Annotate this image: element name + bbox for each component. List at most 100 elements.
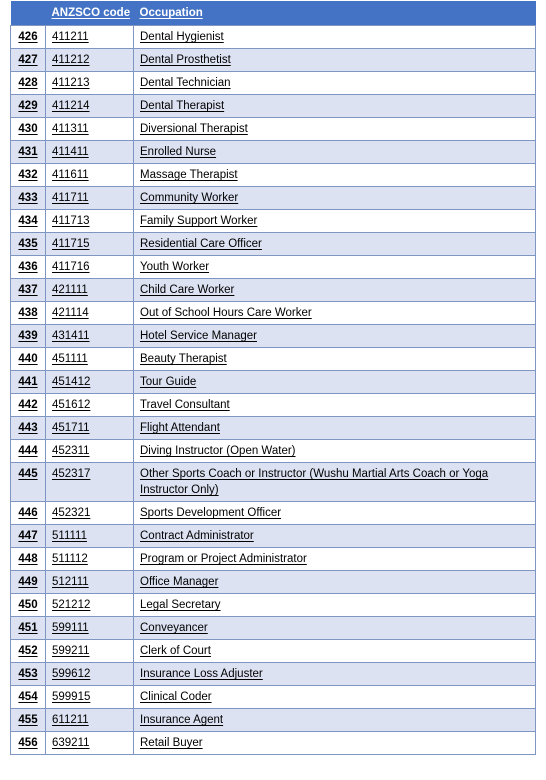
cell-occupation: Out of School Hours Care Worker [133,301,536,325]
table-row: 436 411716 Youth Worker [10,255,536,279]
row-index-value: 448 [18,553,38,565]
cell-occupation: Child Care Worker [133,278,536,302]
row-index-value: 427 [18,54,38,66]
table-row: 440 451111 Beauty Therapist [10,347,536,371]
table-header: ANZSCO code Occupation [10,1,536,26]
table-row: 431 411411 Enrolled Nurse [10,140,536,164]
anzsco-code-value: 511111 [52,530,87,542]
table-row: 433 411711 Community Worker [10,186,536,210]
occupation-value: Out of School Hours Care Worker [140,307,312,319]
cell-index: 455 [10,708,46,732]
anzsco-code-value: 411213 [52,77,90,89]
anzsco-code-value: 411711 [52,192,89,204]
anzsco-code-value: 411611 [52,169,89,181]
table-row: 437 421111 Child Care Worker [10,278,536,302]
row-index-value: 445 [18,468,38,480]
anzsco-code-value: 411713 [52,215,90,227]
row-index-value: 426 [18,31,38,43]
anzsco-code-value: 431411 [52,330,90,342]
cell-anzsco-code: 411211 [45,25,134,49]
table-row: 453 599612 Insurance Loss Adjuster [10,662,536,686]
occupation-value: Dental Technician [140,77,231,89]
cell-occupation: Insurance Loss Adjuster [133,662,536,686]
table-row: 428 411213 Dental Technician [10,71,536,95]
row-index-value: 442 [18,399,38,411]
table-row: 444 452311 Diving Instructor (Open Water) [10,439,536,463]
cell-index: 445 [10,462,46,502]
cell-occupation: Program or Project Administrator [133,547,536,571]
occupation-value: Sports Development Officer [140,507,282,519]
row-index-value: 444 [18,445,38,457]
row-index-value: 451 [18,622,38,634]
table-row: 445 452317 Other Sports Coach or Instructo… [10,462,536,502]
table-row: 429 411214 Dental Therapist [10,94,536,118]
anzsco-code-value: 421111 [52,284,88,296]
cell-anzsco-code: 411715 [45,232,134,256]
occupation-value: Program or Project Administrator [140,553,307,565]
anzsco-code-value: 599612 [52,668,91,680]
row-index-value: 428 [18,77,38,89]
occupation-value: Community Worker [140,192,239,204]
cell-index: 433 [10,186,46,210]
cell-occupation: Hotel Service Manager [133,324,536,348]
cell-anzsco-code: 611211 [45,708,134,732]
row-index-value: 440 [18,353,38,365]
cell-occupation: Diving Instructor (Open Water) [133,439,536,463]
table-row: 432 411611 Massage Therapist [10,163,536,187]
row-index-value: 452 [18,645,38,657]
cell-index: 448 [10,547,46,571]
occupation-value: Dental Prosthetist [140,54,231,66]
table-row: 446 452321 Sports Development Officer [10,501,536,525]
table-row: 426 411211 Dental Hygienist [10,25,536,49]
occupation-value: Insurance Loss Adjuster [140,668,263,680]
table-row: 443 451711 Flight Attendant [10,416,536,440]
cell-anzsco-code: 599111 [45,616,134,640]
cell-anzsco-code: 451412 [45,370,134,394]
cell-occupation: Dental Therapist [133,94,536,118]
occupation-value: Clerk of Court [140,645,211,657]
anzsco-code-value: 451711 [52,422,90,434]
table-body: 426 411211 Dental Hygienist 427 411212 Dental… [10,25,536,755]
cell-anzsco-code: 421114 [45,301,134,325]
cell-index: 438 [10,301,46,325]
cell-occupation: Dental Technician [133,71,536,95]
row-index-value: 436 [18,261,38,273]
cell-anzsco-code: 411716 [45,255,134,279]
row-index-value: 439 [18,330,38,342]
cell-occupation: Insurance Agent [133,708,536,732]
anzsco-code-value: 599111 [52,622,89,634]
cell-anzsco-code: 431411 [45,324,134,348]
cell-anzsco-code: 452317 [45,462,134,502]
anzsco-code-value: 611211 [52,714,89,726]
anzsco-code-value: 599915 [52,691,91,703]
table-row: 448 511112 Program or Project Administrato… [10,547,536,571]
cell-index: 441 [10,370,46,394]
cell-occupation: Office Manager [133,570,536,594]
cell-index: 436 [10,255,46,279]
column-header-anzsco-code-label: ANZSCO code [51,7,131,19]
row-index-value: 433 [18,192,38,204]
cell-anzsco-code: 411311 [45,117,134,141]
row-index-value: 456 [18,737,38,749]
cell-anzsco-code: 452311 [45,439,134,463]
cell-occupation: Flight Attendant [133,416,536,440]
cell-index: 454 [10,685,46,709]
row-index-value: 437 [18,284,38,296]
cell-occupation: Dental Prosthetist [133,48,536,72]
table-row: 435 411715 Residential Care Officer [10,232,536,256]
cell-index: 449 [10,570,46,594]
cell-index: 444 [10,439,46,463]
anzsco-code-value: 411411 [52,146,89,158]
row-index-value: 446 [18,507,38,519]
cell-occupation: Clerk of Court [133,639,536,663]
row-index-value: 455 [18,714,38,726]
row-index-value: 435 [18,238,38,250]
anzsco-code-value: 511112 [52,553,88,565]
cell-anzsco-code: 599612 [45,662,134,686]
cell-index: 450 [10,593,46,617]
occupation-value: Legal Secretary [140,599,221,611]
table-row: 452 599211 Clerk of Court [10,639,536,663]
occupation-value: Insurance Agent [140,714,224,726]
cell-anzsco-code: 421111 [45,278,134,302]
anzsco-code-value: 521212 [52,599,91,611]
